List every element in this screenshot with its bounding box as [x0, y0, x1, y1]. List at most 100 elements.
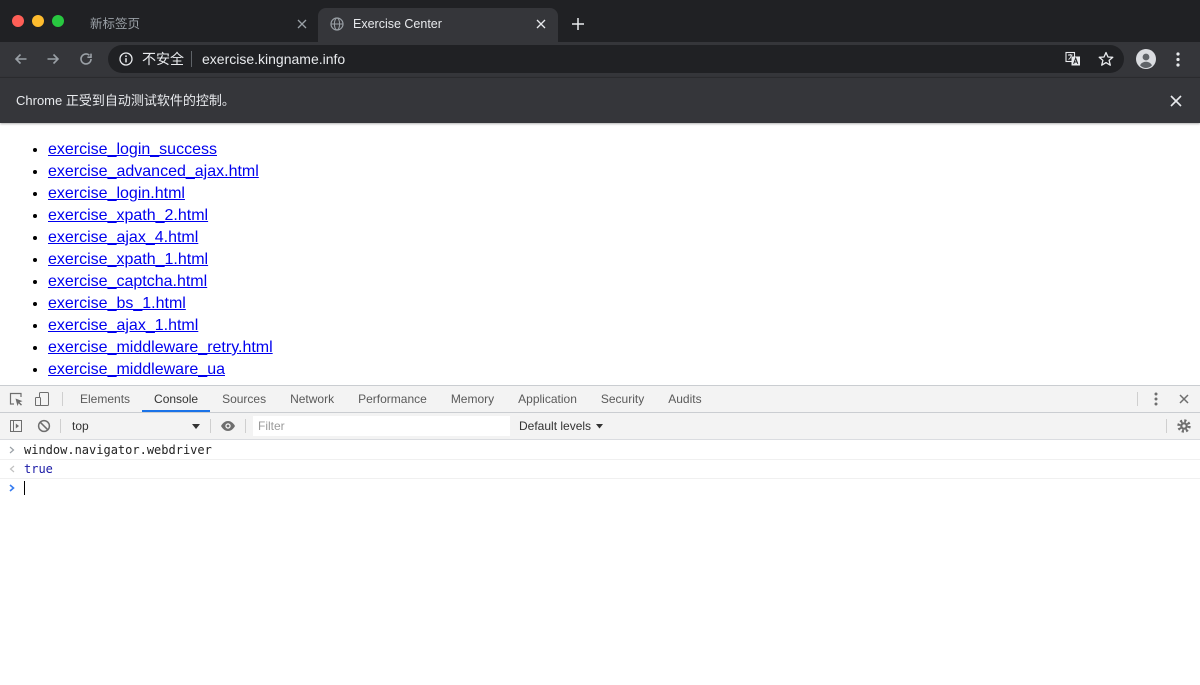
- list-item: exercise_middleware_retry.html: [48, 337, 273, 359]
- forward-arrow-icon: [47, 53, 60, 65]
- sidebar-toggle-icon: [10, 420, 22, 432]
- console-command: window.navigator.webdriver: [24, 443, 212, 457]
- toolbar-divider: [62, 392, 63, 406]
- tab-network[interactable]: Network: [278, 386, 346, 412]
- forward-button[interactable]: [45, 51, 61, 67]
- infobar-close-button[interactable]: [1170, 95, 1182, 107]
- close-icon: [536, 19, 546, 29]
- page-link[interactable]: exercise_advanced_ajax.html: [48, 163, 259, 180]
- console-prompt-row[interactable]: [0, 479, 1200, 498]
- translate-button[interactable]: [1065, 51, 1081, 67]
- list-item: exercise_middleware_ua: [48, 359, 273, 381]
- tab-close-button[interactable]: [536, 19, 546, 29]
- close-icon: [297, 19, 307, 29]
- toolbar-divider: [1166, 419, 1167, 433]
- list-item: exercise_xpath_1.html: [48, 249, 273, 271]
- profile-button[interactable]: [1136, 49, 1156, 69]
- text-cursor: [24, 481, 25, 495]
- plus-icon: [572, 18, 584, 30]
- devtools-panel: Elements Console Sources Network Perform…: [0, 385, 1200, 685]
- minimize-window-button[interactable]: [32, 15, 44, 27]
- automation-infobar: Chrome 正受到自动测试软件的控制。: [0, 77, 1200, 123]
- toolbar-divider: [60, 419, 61, 433]
- list-item: exercise_advanced_ajax.html: [48, 161, 273, 183]
- bookmark-button[interactable]: [1098, 51, 1114, 67]
- back-button[interactable]: [13, 51, 29, 67]
- url-text[interactable]: exercise.kingname.info: [202, 45, 345, 73]
- tab-elements[interactable]: Elements: [68, 386, 142, 412]
- tab-audits[interactable]: Audits: [656, 386, 713, 412]
- list-item: exercise_bs_1.html: [48, 293, 273, 315]
- back-arrow-icon: [14, 53, 27, 65]
- toolbar-divider: [210, 419, 211, 433]
- console-command-row: window.navigator.webdriver: [0, 441, 1200, 460]
- security-status[interactable]: 不安全: [142, 45, 184, 73]
- devtools-close-button[interactable]: [1179, 394, 1189, 404]
- zoom-window-button[interactable]: [52, 15, 64, 27]
- page-link[interactable]: exercise_ajax_4.html: [48, 229, 198, 246]
- console-filter-input[interactable]: [253, 416, 510, 436]
- execution-context-select[interactable]: top: [72, 413, 89, 439]
- console-result-row: true: [0, 460, 1200, 479]
- tab-sources[interactable]: Sources: [210, 386, 278, 412]
- context-dropdown-arrow[interactable]: [192, 424, 200, 429]
- toolbar-divider: [245, 419, 246, 433]
- tab-close-button[interactable]: [297, 19, 307, 29]
- devtools-menu-button[interactable]: [1154, 392, 1158, 406]
- translate-icon: [1065, 51, 1080, 66]
- devtools-tab-bar: Elements Console Sources Network Perform…: [0, 386, 1200, 413]
- tab-title: Exercise Center: [353, 17, 442, 31]
- star-icon: [1098, 51, 1114, 66]
- inspect-element-button[interactable]: [8, 391, 24, 407]
- reload-icon: [80, 53, 92, 65]
- console-settings-button[interactable]: [1177, 419, 1191, 433]
- page-link[interactable]: exercise_captcha.html: [48, 273, 207, 290]
- page-link[interactable]: exercise_bs_1.html: [48, 295, 186, 312]
- eye-icon: [221, 421, 235, 431]
- result-prompt-icon: [8, 465, 16, 473]
- tab-console[interactable]: Console: [142, 386, 211, 412]
- tab-security[interactable]: Security: [589, 386, 656, 412]
- list-item: exercise_ajax_4.html: [48, 227, 273, 249]
- page-link[interactable]: exercise_ajax_1.html: [48, 317, 198, 334]
- page-link[interactable]: exercise_xpath_2.html: [48, 207, 208, 224]
- close-icon: [1170, 95, 1182, 107]
- console-sidebar-toggle[interactable]: [9, 419, 23, 433]
- reload-button[interactable]: [78, 51, 94, 67]
- new-tab-button[interactable]: [572, 18, 584, 30]
- clear-console-button[interactable]: [37, 419, 51, 433]
- tab-new-tab-page[interactable]: 新标签页: [72, 8, 318, 42]
- chrome-menu-button[interactable]: [1176, 52, 1180, 67]
- page-link[interactable]: exercise_middleware_ua: [48, 361, 225, 378]
- tab-application[interactable]: Application: [506, 386, 589, 412]
- log-levels-select[interactable]: Default levels: [519, 413, 591, 439]
- gear-icon: [1177, 419, 1191, 433]
- clear-console-icon: [37, 419, 51, 433]
- exercise-link-list: exercise_login_success exercise_advanced…: [0, 139, 273, 381]
- avatar-icon: [1136, 49, 1156, 69]
- live-expression-button[interactable]: [220, 420, 236, 432]
- console-result-value[interactable]: true: [24, 460, 53, 478]
- dropdown-arrow-icon: [596, 424, 603, 429]
- devtools-tabs: Elements Console Sources Network Perform…: [68, 386, 714, 412]
- page-link[interactable]: exercise_login_success: [48, 141, 217, 158]
- globe-icon: [330, 17, 344, 31]
- levels-dropdown-arrow[interactable]: [596, 424, 603, 429]
- close-window-button[interactable]: [12, 15, 24, 27]
- inspect-element-icon: [9, 392, 23, 407]
- page-link[interactable]: exercise_login.html: [48, 185, 185, 202]
- info-icon: [119, 52, 133, 66]
- site-info-button[interactable]: [119, 52, 133, 66]
- device-toolbar-button[interactable]: [34, 391, 50, 407]
- tab-memory[interactable]: Memory: [439, 386, 506, 412]
- tab-performance[interactable]: Performance: [346, 386, 439, 412]
- active-prompt-icon: [8, 484, 16, 492]
- console-toolbar: top Default levels: [0, 413, 1200, 440]
- tab-title: 新标签页: [90, 17, 141, 31]
- address-bar[interactable]: 不安全 exercise.kingname.info: [108, 45, 1124, 73]
- page-link[interactable]: exercise_xpath_1.html: [48, 251, 208, 268]
- browser-toolbar: 不安全 exercise.kingname.info: [0, 42, 1200, 77]
- list-item: exercise_login_success: [48, 139, 273, 161]
- tab-exercise-center[interactable]: Exercise Center: [318, 8, 558, 42]
- page-link[interactable]: exercise_middleware_retry.html: [48, 339, 273, 356]
